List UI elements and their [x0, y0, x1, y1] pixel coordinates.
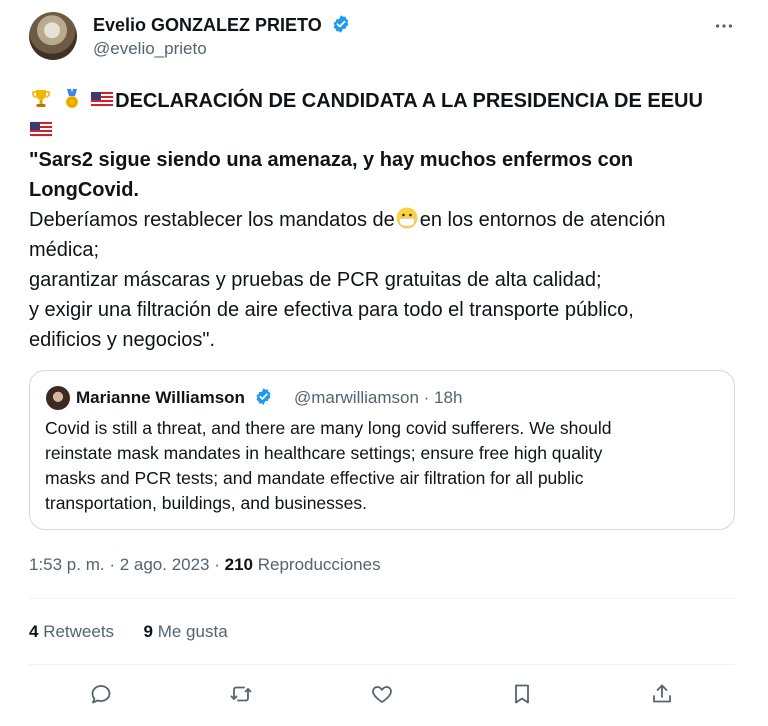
reply-button[interactable] [87, 680, 115, 708]
author-avatar[interactable] [29, 12, 77, 60]
quoted-text-line-1: Covid is still a threat, and there are m… [45, 418, 612, 438]
us-flag-icon [90, 91, 114, 107]
verified-badge-icon [256, 388, 271, 405]
trophy-icon [32, 90, 50, 107]
quoted-author-avatar [46, 386, 70, 410]
tweet-line-3b: en los entornos de atención [419, 209, 666, 231]
tweet-line-5: garantizar máscaras y pruebas de PCR gra… [29, 269, 602, 291]
likes-label: Me gusta [153, 622, 228, 641]
us-flag-icon [29, 121, 53, 137]
retweets-label: Retweets [38, 622, 115, 641]
views-count: 210 [224, 555, 253, 574]
tweet-stats: 4 Retweets 9 Me gusta [29, 620, 228, 644]
mask-face-icon [396, 207, 418, 229]
tweet-flag-row [29, 116, 54, 146]
views-label: Reproducciones [253, 555, 381, 574]
tweet-timestamp[interactable]: 1:53 p. m. · 2 ago. 2023 · [29, 555, 225, 574]
retweet-icon [230, 686, 252, 702]
retweet-button[interactable] [227, 680, 255, 708]
tweet-line-6: y exigir una filtración de aire efectiva… [29, 299, 634, 321]
author-handle[interactable]: @evelio_prieto [93, 38, 207, 60]
quoted-author-name: Marianne Williamson [76, 388, 245, 407]
tweet-line-4: médica; [29, 239, 100, 261]
bookmark-icon [515, 684, 529, 704]
divider [29, 598, 735, 599]
share-icon [653, 684, 671, 703]
tweet-headline-row: DECLARACIÓN DE CANDIDATA A LA PRESIDENCI… [29, 86, 703, 116]
divider [29, 664, 735, 665]
verified-badge-icon [333, 15, 349, 33]
tweet-meta: 1:53 p. m. · 2 ago. 2023 · 210 Reproducc… [29, 553, 381, 577]
likes-stat[interactable]: 9 Me gusta [144, 622, 228, 641]
quoted-text-line-3: masks and PCR tests; and mandate effecti… [45, 468, 584, 488]
like-button[interactable] [368, 680, 396, 708]
author-name[interactable]: Evelio GONZALEZ PRIETO [93, 15, 322, 35]
heart-icon [372, 686, 392, 703]
medal-icon [65, 89, 78, 108]
reply-icon [91, 685, 111, 704]
tweet-line-3a: Deberíamos restablecer los mandatos de [29, 209, 395, 231]
tweet-line-7: edificios y negocios". [29, 329, 216, 351]
retweets-stat[interactable]: 4 Retweets [29, 622, 114, 641]
bookmark-button[interactable] [508, 680, 536, 708]
more-icon[interactable] [708, 14, 740, 38]
tweet-quote-line-2: LongCovid. [29, 179, 139, 201]
quoted-author-name-row: Marianne Williamson [76, 387, 273, 409]
tweet-quote-line-1: "Sars2 sigue siendo una amenaza, y hay m… [29, 149, 634, 171]
quoted-text-line-4: transportation, buildings, and businesse… [45, 493, 368, 513]
quoted-author-handle-time: @marwilliamson · 18h [294, 388, 463, 407]
share-button[interactable] [648, 680, 676, 708]
tweet-line-3: Deberíamos restablecer los mandatos de e… [29, 205, 665, 235]
author-name-row[interactable]: Evelio GONZALEZ PRIETO [93, 13, 351, 37]
quoted-text-line-2: reinstate mask mandates in healthcare se… [45, 443, 603, 463]
tweet-headline: DECLARACIÓN DE CANDIDATA A LA PRESIDENCI… [115, 90, 703, 112]
likes-count: 9 [143, 622, 153, 641]
